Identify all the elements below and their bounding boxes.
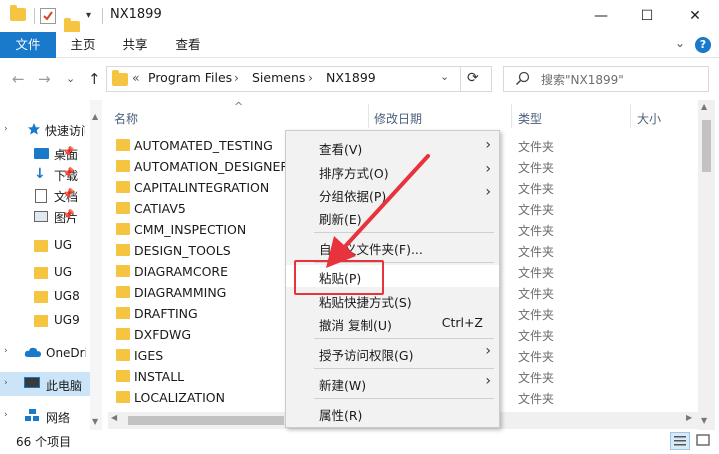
annotation-arrow-icon	[326, 154, 430, 268]
